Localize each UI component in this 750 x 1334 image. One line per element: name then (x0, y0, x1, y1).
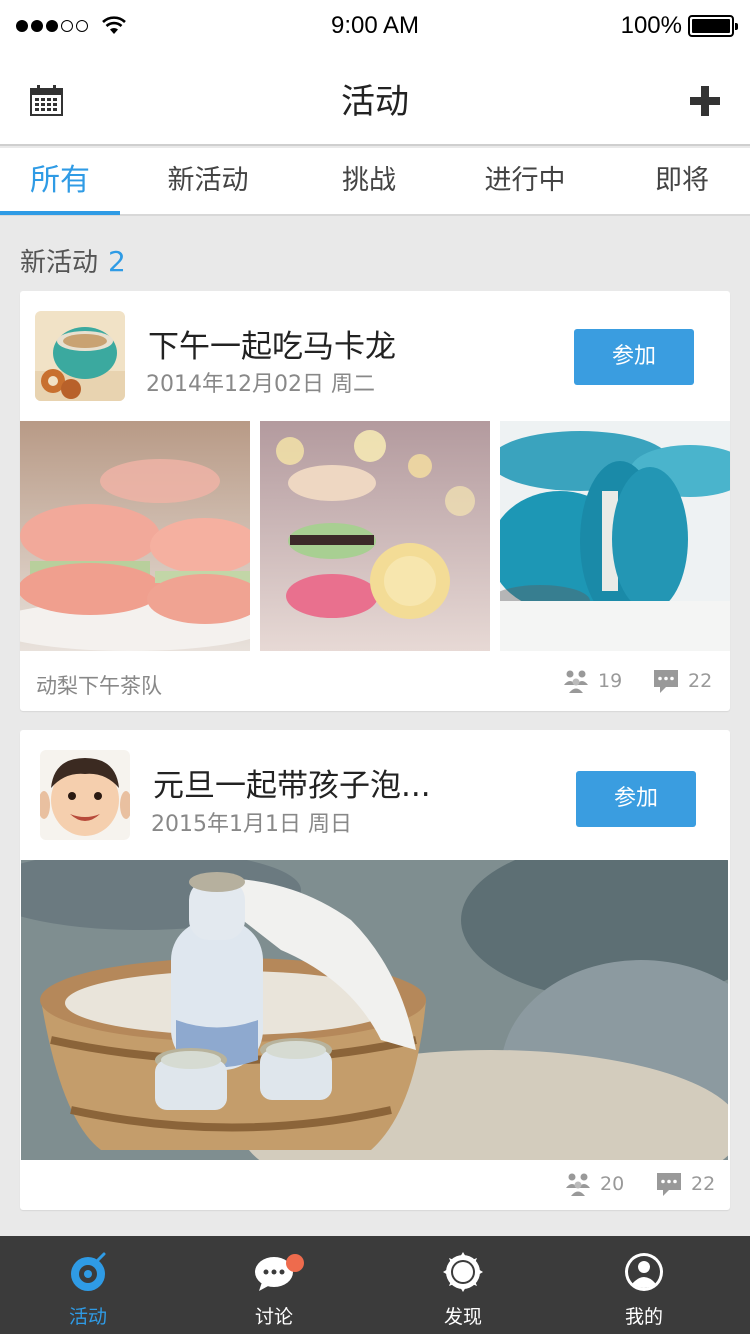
comment-icon (657, 1173, 681, 1196)
tab-new[interactable]: 新活动 (148, 148, 268, 216)
tab-challenge[interactable]: 挑战 (309, 148, 429, 216)
tab-all[interactable]: 所有 (0, 148, 120, 216)
members-icon (566, 1173, 590, 1196)
section-title: 新活动 (20, 248, 99, 278)
status-bar: 9:00 AM 100% (0, 0, 750, 52)
page-title: 活动 (341, 81, 409, 122)
nav-label: 发现 (443, 1306, 482, 1328)
comment-icon (654, 670, 678, 693)
nav-profile[interactable]: 我的 (584, 1236, 704, 1334)
tab-upcoming[interactable]: 即将 (622, 148, 742, 216)
join-button[interactable]: 参加 (576, 771, 696, 827)
nav-label: 讨论 (254, 1306, 293, 1328)
notification-badge (286, 1254, 304, 1272)
activity-photo[interactable] (20, 421, 250, 651)
team-name: 动梨下午茶队 (36, 674, 162, 698)
members-count: 20 (600, 1173, 625, 1195)
discover-icon (443, 1252, 483, 1292)
section-header: 新活动 2 (20, 242, 126, 279)
activity-date: 2015年1月1日 周日 (151, 812, 352, 837)
nav-label: 活动 (68, 1306, 107, 1328)
members-stat[interactable]: 20 (566, 1172, 624, 1196)
profile-icon (625, 1253, 663, 1291)
nav-discussion[interactable]: 讨论 (214, 1236, 334, 1334)
members-stat[interactable]: 19 (564, 669, 622, 693)
filter-tabs: 所有 新活动 挑战 进行中 即将 (0, 148, 750, 216)
section-count: 2 (108, 245, 126, 278)
activity-card[interactable]: 元旦一起带孩子泡... 2015年1月1日 周日 参加 20 22 (20, 730, 730, 1210)
add-icon[interactable] (690, 86, 720, 116)
activity-photo[interactable] (260, 421, 490, 651)
comments-stat[interactable]: 22 (657, 1172, 715, 1196)
active-tab-indicator (0, 211, 120, 215)
activity-title: 元旦一起带孩子泡... (153, 768, 431, 804)
signal-strength-icon (16, 16, 127, 36)
join-button[interactable]: 参加 (574, 329, 694, 385)
calendar-icon[interactable] (30, 85, 63, 116)
battery-percent: 100% (620, 12, 682, 39)
activity-card[interactable]: 下午一起吃马卡龙 2014年12月02日 周二 参加 动梨下午茶队 19 22 (20, 291, 730, 711)
nav-header: 活动 (0, 52, 750, 146)
activity-avatar (40, 750, 130, 840)
activity-photo[interactable] (500, 421, 730, 651)
activity-date: 2014年12月02日 周二 (146, 372, 375, 397)
battery-icon (688, 15, 738, 37)
activity-avatar (35, 311, 125, 401)
comments-stat[interactable]: 22 (654, 669, 712, 693)
members-count: 19 (598, 670, 623, 692)
nav-discover[interactable]: 发现 (403, 1236, 523, 1334)
activity-icon (71, 1252, 106, 1291)
nav-label: 我的 (624, 1306, 663, 1328)
bottom-tab-bar: 活动 讨论 发现 我的 (0, 1236, 750, 1334)
activity-title: 下午一起吃马卡龙 (148, 329, 396, 365)
wifi-icon (102, 16, 126, 34)
nav-activity[interactable]: 活动 (28, 1236, 148, 1334)
members-icon (564, 670, 588, 693)
comments-count: 22 (688, 670, 713, 692)
tab-in-progress[interactable]: 进行中 (465, 148, 585, 216)
comments-count: 22 (691, 1173, 716, 1195)
activity-photo[interactable] (21, 860, 728, 1160)
